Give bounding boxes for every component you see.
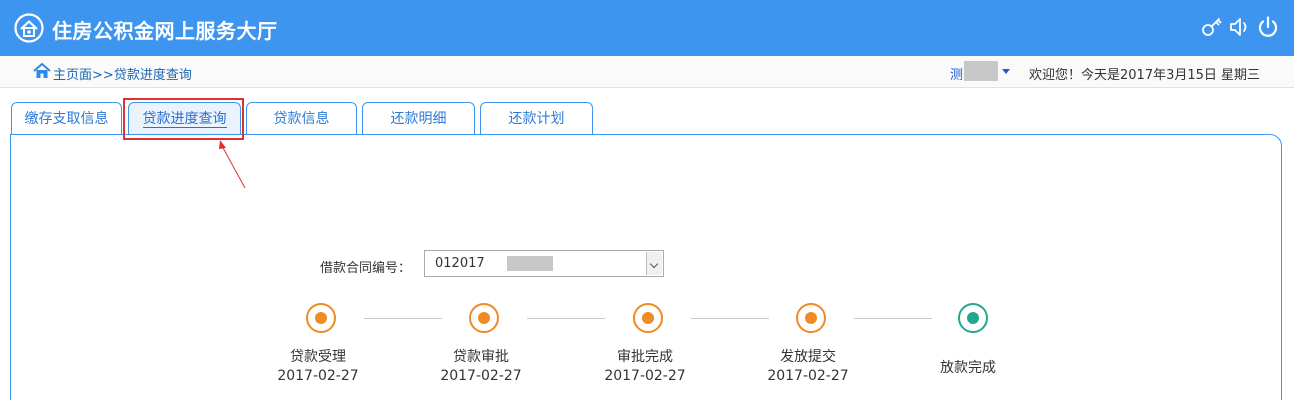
breadcrumb: 主页面>>贷款进度查询 [53,64,192,83]
step-3-date: 2017-02-27 [604,368,686,384]
tab-repayment-details[interactable]: 还款明细 [362,102,475,135]
step-connector [527,318,605,319]
step-2-dot-icon [469,303,499,333]
app-title: 住房公积金网上服务大厅 [52,19,278,43]
power-icon[interactable] [1255,14,1281,40]
step-1-name: 贷款受理 [290,349,346,365]
app-header: 住房公积金网上服务大厅 [0,0,1294,56]
step-3-dot-icon [633,303,663,333]
tab-label: 缴存支取信息 [24,111,109,127]
step-2-name: 贷款审批 [453,349,509,365]
step-5-dot-icon [958,303,988,333]
tab-label: 贷款信息 [273,111,330,127]
home-icon[interactable] [33,63,51,79]
tab-repayment-plan[interactable]: 还款计划 [480,102,593,135]
step-3-name: 审批完成 [617,349,673,365]
tab-label: 还款明细 [390,111,447,127]
breadcrumb-home-link[interactable]: 主页面 [53,68,92,83]
step-connector [364,318,442,319]
contract-number-label: 借款合同编号： [320,261,412,276]
tab-loan-info[interactable]: 贷款信息 [246,102,357,135]
step-connector [691,318,769,319]
speaker-icon[interactable] [1227,14,1253,40]
tab-loan-progress[interactable]: 贷款进度查询 [128,102,241,135]
redacted-contract-number [507,256,553,271]
tab-label: 还款计划 [508,111,565,127]
chevron-down-icon[interactable] [646,252,662,275]
breadcrumb-current[interactable]: 贷款进度查询 [114,68,192,83]
key-icon[interactable] [1199,14,1225,40]
welcome-text: 欢迎您！今天是2017年3月15日 星期三 [1029,68,1261,83]
step-2-date: 2017-02-27 [440,368,522,384]
step-1-date: 2017-02-27 [277,368,359,384]
step-connector [854,318,932,319]
redacted-user-name [964,61,998,81]
step-5-name: 放款完成 [940,360,996,376]
breadcrumb-separator: >> [92,68,114,83]
user-name[interactable]: 测 [950,64,963,83]
tab-deposit-withdraw[interactable]: 缴存支取信息 [11,102,122,135]
step-1-dot-icon [306,303,336,333]
step-4-dot-icon [796,303,826,333]
tab-label: 贷款进度查询 [142,111,227,128]
user-dropdown-caret-icon[interactable] [1002,69,1010,74]
top-bar: 主页面>>贷款进度查询 测 欢迎您！今天是2017年3月15日 星期三 [0,56,1294,88]
house-logo-icon [14,13,44,43]
step-4-name: 发放提交 [780,349,836,365]
contract-number-value: 012017 [435,256,485,271]
contract-number-select[interactable]: 012017 [424,250,664,277]
step-4-date: 2017-02-27 [767,368,849,384]
